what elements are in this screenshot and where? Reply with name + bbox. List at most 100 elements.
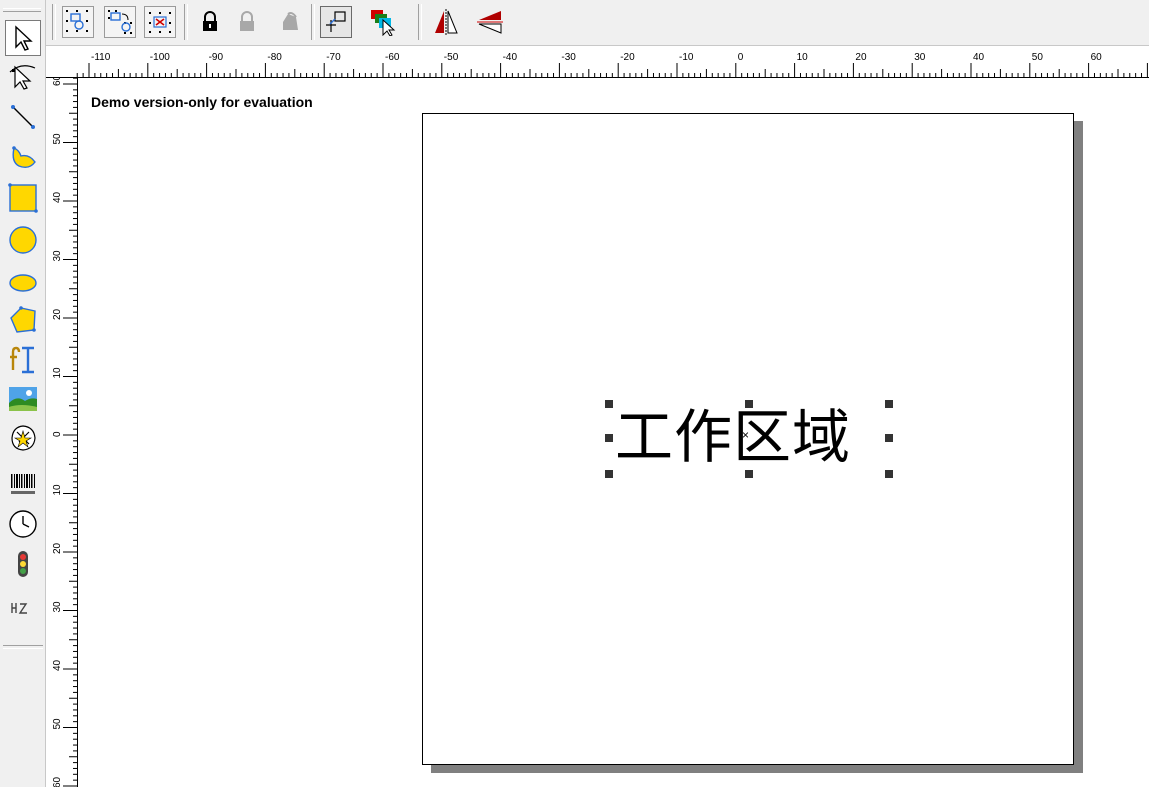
lock-button[interactable] [194,6,226,38]
toolbar-separator [311,4,315,40]
delete-group-button[interactable] [144,6,176,38]
ruler-label: 50 [52,718,63,730]
top-toolbar [0,0,1149,46]
delete-group-icon [149,12,171,33]
text-object-label: 工作区域 [615,403,852,471]
curve-tool[interactable] [5,138,41,174]
unlock-disabled-icon [283,12,298,30]
select-tool[interactable] [5,20,41,56]
io-signal-icon [18,551,28,577]
ruler-label: -40 [503,52,518,63]
ruler-label: -60 [385,52,400,63]
toolbar-grip [3,8,41,12]
barcode-tool[interactable] [5,466,41,502]
text-object[interactable]: 工作区域 × [605,400,893,478]
ruler-label: 60 [52,776,63,787]
toolbar-separator [52,4,56,40]
line-tool[interactable] [5,98,41,134]
toolbar-separator [184,4,188,40]
curve-icon [12,146,36,169]
horizontal-ruler[interactable]: -110 -100 -90 -80 -70 -60 -50 -40 -30 -20 -10 0 10 20… [76,46,1149,78]
ruler-label: 60 [1091,52,1103,63]
polygon-icon [10,306,36,333]
ruler-label: 50 [52,133,63,145]
ruler-label: 10 [797,52,809,63]
resize-handle-bottom[interactable] [745,470,753,478]
circle-icon [9,226,37,254]
select-arrow-icon [15,25,33,51]
resize-handle-left[interactable] [605,434,613,442]
rectangle-tool[interactable] [5,180,41,216]
ruler-label: -80 [267,52,282,63]
polygon-tool[interactable] [5,302,41,338]
ungroup-icon [108,10,132,34]
ruler-label: 30 [52,601,63,613]
ruler-label: 40 [52,191,63,203]
ruler-label: 30 [914,52,926,63]
ruler-label: 20 [52,308,63,320]
ruler-label: 40 [52,659,63,671]
demo-watermark: Demo version-only for evaluation [91,94,313,110]
vector-import-icon [11,425,36,451]
image-tool[interactable] [5,381,41,417]
center-cross-icon[interactable]: × [742,429,749,441]
ruler-label: 0 [52,431,63,437]
line-icon [11,105,35,129]
resize-handle-bottom-left[interactable] [605,470,613,478]
ruler-label: 10 [52,484,63,496]
serial-number-tool[interactable] [5,590,41,626]
clock-tool[interactable] [5,506,41,542]
resize-handle-top-left[interactable] [605,400,613,408]
design-workspace[interactable]: Demo version-only for evaluation 工作区域 × [78,78,1149,787]
ruler-label: -110 [91,52,111,63]
io-signal-tool[interactable] [5,546,41,582]
lock-disabled-button[interactable] [231,6,263,38]
circle-tool[interactable] [5,222,41,258]
ruler-label: 50 [1032,52,1044,63]
mirror-vertical-icon [477,11,503,34]
text-tool[interactable] [5,342,41,378]
mirror-horizontal-button[interactable] [430,6,462,38]
marking-page[interactable]: 工作区域 × [422,113,1074,765]
ellipse-icon [9,274,37,292]
text-icon [10,346,34,374]
resize-handle-top-right[interactable] [885,400,893,408]
origin-point-icon [326,11,346,32]
ruler-label: 30 [52,250,63,262]
vertical-ruler[interactable]: 60 50 40 30 20 10 0 10 20 30 40 50 60 [46,78,78,787]
layer-order-button[interactable] [367,6,399,38]
ungroup-button[interactable] [104,6,136,38]
ellipse-tool[interactable] [5,264,41,300]
ruler-corner [46,46,78,78]
layer-order-icon [371,10,396,36]
ruler-label: 20 [52,542,63,554]
lock-disabled-icon [240,11,254,31]
group-button[interactable] [62,6,94,38]
ruler-label: -30 [561,52,576,63]
serial-number-icon [11,603,28,614]
resize-handle-right[interactable] [885,434,893,442]
ruler-label: 40 [973,52,985,63]
horizontal-ruler-scale: -110 -100 -90 -80 -70 -60 -50 -40 -30 -20 -10 0 10 20… [76,52,1148,77]
node-edit-icon [9,65,36,90]
mirror-vertical-button[interactable] [474,6,506,38]
vector-import-tool[interactable] [5,420,41,456]
ruler-label: -50 [444,52,459,63]
node-edit-tool[interactable] [5,58,41,94]
drawing-toolbar [0,0,46,787]
ruler-label: -10 [679,52,694,63]
ruler-label: -100 [150,52,170,63]
ruler-label: 60 [52,78,63,86]
ruler-label: 20 [855,52,867,63]
unlock-disabled-button[interactable] [274,6,306,38]
origin-point-button[interactable] [320,6,352,38]
lock-icon [203,11,217,31]
toolbar-divider [3,645,43,649]
toolbar-separator [418,4,422,40]
resize-handle-bottom-right[interactable] [885,470,893,478]
resize-handle-top[interactable] [745,400,753,408]
group-icon [66,10,88,32]
ruler-label: 0 [738,52,744,63]
ruler-label: -90 [209,52,224,63]
clock-icon [9,510,37,538]
